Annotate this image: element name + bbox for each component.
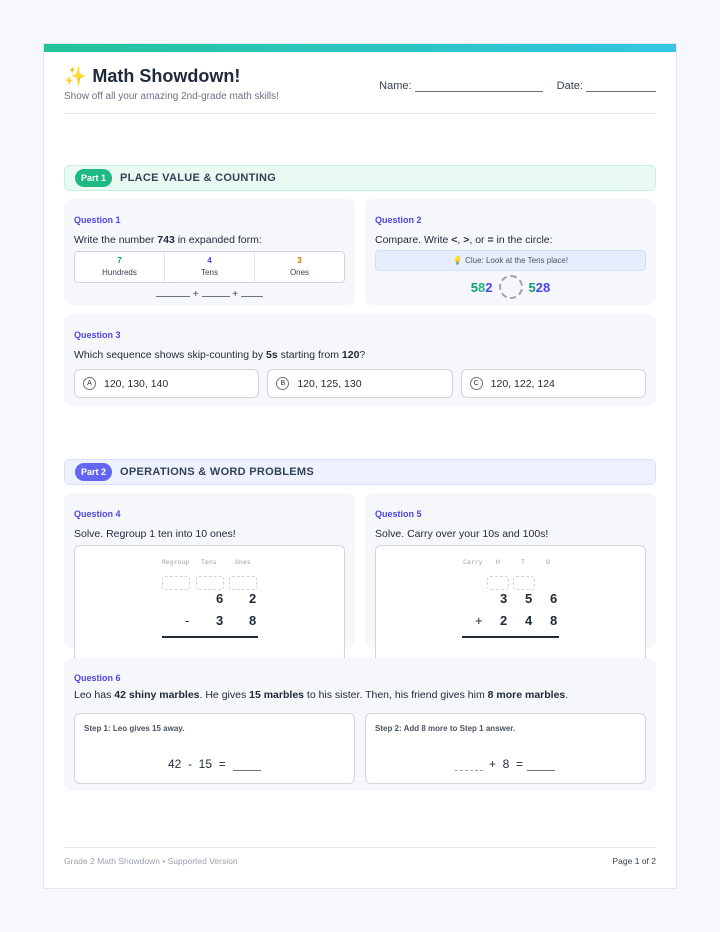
option-c[interactable]: C 120, 122, 124	[460, 369, 646, 398]
question-1-card: Question 1 Write the number 743 in expan…	[64, 199, 355, 305]
question-3-card: Question 3 Which sequence shows skip-cou…	[64, 314, 656, 406]
part1-title: PLACE VALUE & COUNTING	[120, 172, 277, 184]
part2-banner: Part 2 OPERATIONS & WORD PROBLEMS	[64, 459, 656, 485]
header: ✨ Math Showdown! Show off all your amazi…	[64, 66, 656, 114]
title-text: Math Showdown!	[92, 66, 241, 86]
question-2-text: Compare. Write <, >, or = in the circle:	[375, 234, 553, 246]
name-field[interactable]: Name:	[379, 80, 543, 92]
answer-blank[interactable]	[233, 763, 261, 771]
left-number: 582	[470, 279, 493, 295]
option-a[interactable]: A 120, 130, 140	[74, 369, 260, 398]
part1-pill: Part 1	[75, 169, 113, 187]
step-2-box: Step 2: Add 8 more to Step 1 answer. + 8…	[365, 713, 646, 784]
expanded-form-blanks: + +	[74, 289, 345, 300]
question-2-card: Question 2 Compare. Write <, >, or = in …	[365, 199, 656, 305]
date-field[interactable]: Date:	[557, 80, 656, 92]
carry-box[interactable]	[513, 576, 535, 590]
question-4-label: Question 4	[74, 509, 121, 519]
compare-row: 582 528	[375, 275, 646, 299]
right-number: 528	[528, 279, 551, 295]
answer-line	[462, 636, 559, 638]
page-number: Page 1 of 2	[612, 856, 656, 866]
footer: Grade 2 Math Showdown • Supported Versio…	[64, 847, 656, 866]
regroup-box[interactable]	[196, 576, 224, 590]
answer-line	[162, 636, 258, 638]
carry-box[interactable]	[487, 576, 509, 590]
answer-blank[interactable]	[201, 289, 230, 297]
question-1-text: Write the number 743 in expanded form:	[74, 234, 262, 246]
addition-workbox: Carry H T O 3 5 6 + 2 4 8	[375, 545, 646, 668]
regroup-box[interactable]	[162, 576, 190, 590]
worksheet-page: ✨ Math Showdown! Show off all your amazi…	[43, 43, 677, 889]
ones-column: 3 Ones	[254, 252, 344, 282]
part2-title: OPERATIONS & WORD PROBLEMS	[120, 466, 315, 478]
sparkle-icon: ✨	[64, 66, 87, 86]
accent-bar	[44, 44, 676, 52]
question-1-label: Question 1	[74, 215, 121, 225]
question-6-text: Leo has 42 shiny marbles. He gives 15 ma…	[74, 689, 569, 701]
place-value-table: 7 Hundreds 4 Tens 3 Ones	[74, 251, 345, 283]
question-3-label: Question 3	[74, 330, 121, 340]
clue-box: 💡 Clue: Look at the Tens place!	[375, 250, 646, 271]
part1-banner: Part 1 PLACE VALUE & COUNTING	[64, 165, 656, 191]
footer-left: Grade 2 Math Showdown • Supported Versio…	[64, 856, 238, 866]
name-date: Name: Date:	[379, 80, 656, 92]
answer-options: A 120, 130, 140 B 120, 125, 130 C 120, 122,…	[74, 369, 646, 398]
answer-blank[interactable]	[156, 289, 191, 297]
question-6-label: Question 6	[74, 673, 121, 683]
tens-column: 4 Tens	[164, 252, 254, 282]
hundreds-column: 7 Hundreds	[102, 256, 137, 277]
question-4-text: Solve. Regroup 1 ten into 10 ones!	[74, 528, 236, 540]
part2-pill: Part 2	[75, 463, 113, 481]
subtitle: Show off all your amazing 2nd-grade math…	[64, 91, 279, 102]
compare-circle[interactable]	[498, 275, 523, 299]
question-5-text: Solve. Carry over your 10s and 100s!	[375, 528, 549, 540]
question-6-card: Question 6 Leo has 42 shiny marbles. He …	[64, 658, 656, 791]
question-5-label: Question 5	[375, 509, 422, 519]
question-3-text: Which sequence shows skip-counting by 5s…	[74, 349, 366, 361]
question-2-label: Question 2	[375, 215, 422, 225]
step1-answer-blank[interactable]	[455, 763, 483, 771]
subtraction-workbox: Regroup Tens Ones 6 2 - 3 8	[74, 545, 345, 668]
regroup-box[interactable]	[229, 576, 257, 590]
answer-blank[interactable]	[527, 763, 555, 771]
option-b[interactable]: B 120, 125, 130	[267, 369, 453, 398]
step-1-box: Step 1: Leo gives 15 away. 42 - 15 =	[74, 713, 355, 784]
answer-blank[interactable]	[240, 289, 263, 297]
